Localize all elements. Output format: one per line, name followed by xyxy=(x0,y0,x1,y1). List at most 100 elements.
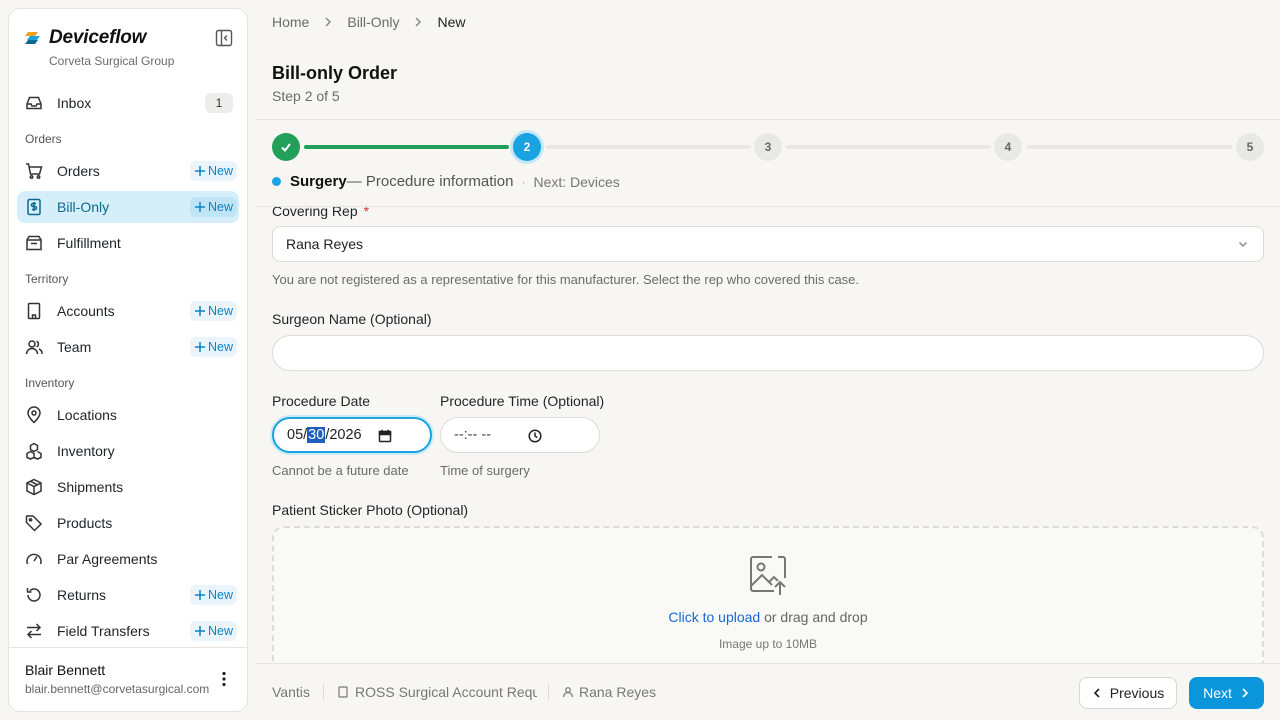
sidebar-item-field-transfers[interactable]: Field Transfers New xyxy=(17,615,239,647)
sidebar-item-label: Inbox xyxy=(57,95,92,111)
breadcrumb-bill-only[interactable]: Bill-Only xyxy=(347,14,399,30)
calendar-icon[interactable] xyxy=(378,429,392,443)
new-label: New xyxy=(207,624,233,638)
breadcrumb-current: New xyxy=(437,14,466,30)
brand-org: Corveta Surgical Group xyxy=(49,54,175,68)
new-account-button[interactable]: New xyxy=(189,301,237,321)
building-icon xyxy=(337,686,349,698)
sidebar-item-label: Returns xyxy=(57,587,107,603)
step-4: 4 xyxy=(994,133,1022,161)
upload-prompt: Click to upload or drag and drop xyxy=(274,609,1262,625)
sidebar-nav: Inbox 1 Orders Orders New Bill-Only New xyxy=(17,87,239,651)
sidebar-item-inventory[interactable]: Inventory xyxy=(17,435,239,467)
footer-divider xyxy=(323,684,324,700)
previous-button[interactable]: Previous xyxy=(1079,677,1177,709)
covering-rep-value: Rana Reyes xyxy=(286,236,364,252)
sidebar-item-label: Par Agreements xyxy=(57,551,158,567)
step-connector xyxy=(546,145,751,149)
new-field-transfer-button[interactable]: New xyxy=(189,621,237,641)
current-step-desc: — Procedure information xyxy=(346,173,514,190)
sidebar-item-bill-only[interactable]: Bill-Only New xyxy=(17,191,239,223)
sidebar-item-label: Team xyxy=(57,339,92,355)
breadcrumb-home[interactable]: Home xyxy=(272,14,309,30)
next-label: Next xyxy=(1203,685,1232,701)
step-3: 3 xyxy=(754,133,782,161)
sidebar-item-returns[interactable]: Returns New xyxy=(17,579,239,611)
sticker-photo-label: Patient Sticker Photo (Optional) xyxy=(272,502,469,518)
gauge-icon xyxy=(25,550,43,568)
new-order-button[interactable]: New xyxy=(189,161,237,181)
image-upload-icon xyxy=(748,554,788,596)
current-step-dot xyxy=(272,177,281,186)
sidebar-item-inbox[interactable]: Inbox 1 xyxy=(17,87,239,119)
procedure-time-label: Procedure Time (Optional) xyxy=(440,393,605,409)
upload-size-hint: Image up to 10MB xyxy=(718,637,818,651)
sidebar-item-locations[interactable]: Locations xyxy=(17,399,239,431)
arrows-icon xyxy=(25,622,43,640)
sidebar-item-team[interactable]: Team New xyxy=(17,331,239,363)
required-marker: * xyxy=(363,207,370,219)
new-team-button[interactable]: New xyxy=(189,337,237,357)
chevron-right-icon xyxy=(323,17,333,27)
sidebar-item-products[interactable]: Products xyxy=(17,507,239,539)
new-label: New xyxy=(207,200,233,214)
step-2: 2 xyxy=(513,133,541,161)
sidebar-item-label: Inventory xyxy=(57,443,115,459)
date-day[interactable]: 30 xyxy=(307,427,326,443)
tag-icon xyxy=(25,514,43,532)
more-vertical-icon[interactable] xyxy=(215,670,233,688)
covering-rep-select[interactable]: Rana Reyes xyxy=(272,226,1264,262)
date-year[interactable]: 2026 xyxy=(329,427,361,443)
covering-rep-label: Covering Rep * xyxy=(272,207,369,219)
section-label-inventory: Inventory xyxy=(25,376,75,390)
step-1[interactable] xyxy=(272,133,300,161)
new-label: New xyxy=(207,588,233,602)
user-name: Blair Bennett xyxy=(25,662,106,678)
sidebar-item-orders[interactable]: Orders New xyxy=(17,155,239,187)
users-icon xyxy=(25,338,43,356)
sidebar-item-label: Fulfillment xyxy=(57,235,121,251)
user-profile[interactable]: Blair Bennett blair.bennett@corvetasurgi… xyxy=(9,647,247,711)
sidebar: Deviceflow Corveta Surgical Group Inbox … xyxy=(8,8,248,712)
sidebar-item-label: Shipments xyxy=(57,479,124,495)
receipt-icon xyxy=(25,198,43,216)
next-step-hint: Next: Devices xyxy=(533,173,620,190)
check-icon xyxy=(280,141,292,153)
form-scroll-area: Covering Rep * Rana Reyes You are not reg… xyxy=(256,207,1280,663)
inbox-count-badge: 1 xyxy=(205,93,233,113)
package-open-icon xyxy=(25,234,43,252)
procedure-date-input[interactable]: 05/30/2026 xyxy=(272,417,432,453)
surgeon-name-input[interactable] xyxy=(272,335,1264,371)
current-step-name: Surgery xyxy=(290,173,347,190)
clock-icon[interactable] xyxy=(528,429,542,443)
user-icon xyxy=(562,686,574,698)
undo-icon xyxy=(25,586,43,604)
page-title: Bill-only Order xyxy=(272,63,398,83)
cart-icon xyxy=(25,162,43,180)
breadcrumb: Home Bill-Only New xyxy=(272,14,466,30)
deviceflow-logo-icon xyxy=(25,30,41,46)
chevron-left-icon xyxy=(1092,688,1102,698)
drag-drop-text: or drag and drop xyxy=(760,609,868,625)
step-connector xyxy=(786,145,991,149)
section-label-territory: Territory xyxy=(25,272,69,286)
procedure-time-input[interactable]: --:-- -- xyxy=(440,417,600,453)
footer-manufacturer: Vantis xyxy=(272,684,310,700)
sidebar-item-fulfillment[interactable]: Fulfillment xyxy=(17,227,239,259)
date-month[interactable]: 05 xyxy=(287,427,303,443)
sidebar-item-label: Bill-Only xyxy=(57,199,110,215)
chevron-right-icon xyxy=(413,17,423,27)
footer-rep-name: Rana Reyes xyxy=(579,684,657,700)
main-content: Home Bill-Only New Bill-only Order Step … xyxy=(256,0,1280,720)
click-to-upload-link[interactable]: Click to upload xyxy=(668,609,760,625)
next-button[interactable]: Next xyxy=(1189,677,1264,709)
new-label: New xyxy=(207,304,233,318)
sticker-upload-dropzone[interactable]: Click to upload or drag and drop Image u… xyxy=(272,526,1264,663)
new-return-button[interactable]: New xyxy=(189,585,237,605)
sidebar-item-accounts[interactable]: Accounts New xyxy=(17,295,239,327)
sidebar-item-shipments[interactable]: Shipments xyxy=(17,471,239,503)
time-placeholder: --:-- -- xyxy=(454,427,492,443)
new-bill-only-button[interactable]: New xyxy=(189,197,237,217)
sidebar-item-par-agreements[interactable]: Par Agreements xyxy=(17,543,239,575)
sidebar-collapse-icon[interactable] xyxy=(215,29,233,47)
